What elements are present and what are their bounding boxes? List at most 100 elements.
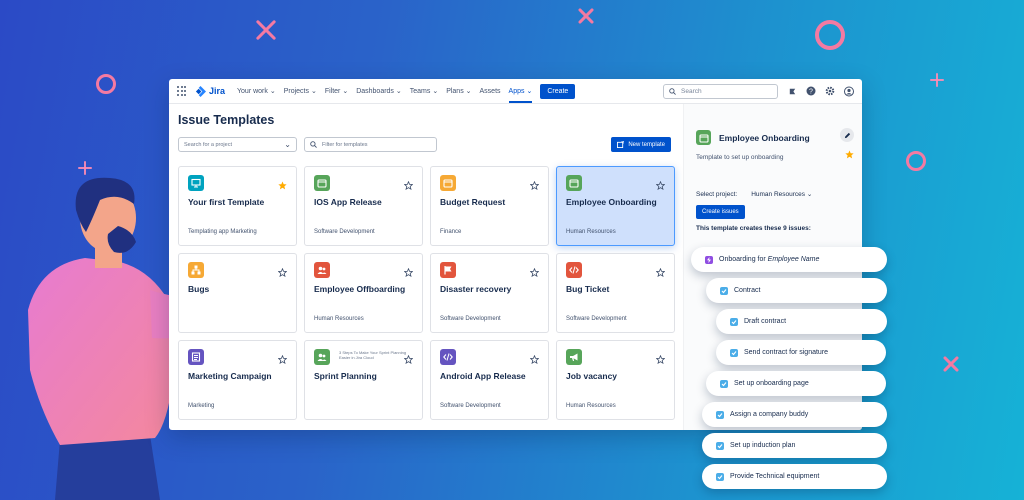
project-select[interactable]: Search for a project ⌄ — [178, 137, 297, 152]
issue-label: Set up onboarding page — [734, 380, 809, 387]
decor-plus — [930, 73, 944, 87]
jira-logo[interactable]: Jira — [195, 85, 225, 97]
nav-dashboards[interactable]: Dashboards ⌄ — [356, 87, 402, 95]
issue-label: Set up induction plan — [730, 442, 796, 449]
help-icon[interactable]: ? — [806, 86, 816, 96]
star-outline-icon[interactable] — [403, 351, 414, 365]
code-icon — [440, 349, 456, 365]
star-outline-icon[interactable] — [529, 264, 540, 278]
template-card[interactable]: IOS App Release Software Development — [304, 166, 423, 246]
settings-gear-icon[interactable] — [825, 86, 835, 96]
issue-label: Send contract for signature — [744, 349, 829, 356]
nav-filter[interactable]: Filter ⌄ — [325, 87, 348, 95]
star-outline-icon[interactable] — [529, 177, 540, 191]
issue-item[interactable]: Send contract for signature — [716, 340, 886, 365]
issue-item[interactable]: Provide Technical equipment — [702, 464, 887, 489]
notifications-icon[interactable] — [787, 86, 797, 96]
template-card[interactable]: Bug Ticket Software Development — [556, 253, 675, 333]
app-switcher-icon[interactable] — [177, 86, 187, 96]
issue-item[interactable]: Onboarding for Employee Name — [691, 247, 887, 272]
new-template-label: New template — [628, 141, 665, 148]
search-icon — [310, 141, 317, 148]
profile-avatar-icon[interactable] — [844, 86, 854, 96]
decor-ring — [96, 74, 116, 94]
chevron-down-icon: ⌄ — [284, 140, 291, 149]
star-outline-icon[interactable] — [655, 177, 666, 191]
star-outline-icon[interactable] — [277, 351, 288, 365]
nav-your-work[interactable]: Your work ⌄ — [237, 87, 276, 95]
monitor-icon — [188, 175, 204, 191]
template-card[interactable]: Job vacancy Human Resources — [556, 340, 675, 420]
card-title: Bugs — [188, 284, 210, 294]
template-card-grid: Your first Template Templating app Market… — [178, 166, 675, 420]
template-card[interactable]: Budget Request Finance — [430, 166, 549, 246]
detail-description: Template to set up onboarding — [696, 154, 784, 161]
nav-teams[interactable]: Teams ⌄ — [410, 87, 438, 95]
star-outline-icon[interactable] — [277, 264, 288, 278]
people-icon — [314, 349, 330, 365]
card-category: Software Development — [314, 229, 375, 235]
search-placeholder: Search — [681, 87, 702, 95]
template-card[interactable]: Employee Onboarding Human Resources — [556, 166, 675, 246]
issue-item[interactable]: Set up induction plan — [702, 433, 887, 458]
card-title: Budget Request — [440, 197, 506, 207]
star-filled-icon[interactable] — [278, 177, 287, 190]
search-input[interactable]: Search — [663, 83, 778, 99]
edit-template-button[interactable] — [840, 128, 854, 142]
star-outline-icon[interactable] — [403, 177, 414, 191]
card-title: Job vacancy — [566, 371, 618, 381]
template-card[interactable]: Marketing Campaign Marketing — [178, 340, 297, 420]
card-category: Human Resources — [566, 229, 616, 235]
nav-assets[interactable]: Assets — [480, 88, 501, 95]
card-category: Human Resources — [566, 403, 616, 409]
nav-apps[interactable]: Apps ⌄ — [508, 80, 533, 103]
template-card[interactable]: Android App Release Software Development — [430, 340, 549, 420]
star-outline-icon[interactable] — [655, 351, 666, 365]
issue-item[interactable]: Draft contract — [716, 309, 887, 334]
star-outline-icon[interactable] — [403, 264, 414, 278]
issue-item[interactable]: Contract — [706, 278, 887, 303]
jira-logo-icon — [195, 85, 206, 97]
star-filled-icon[interactable] — [845, 150, 854, 159]
new-template-button[interactable]: New template — [611, 137, 671, 152]
star-outline-icon[interactable] — [529, 351, 540, 365]
issue-item[interactable]: Set up onboarding page — [706, 371, 886, 396]
calendar-icon — [440, 175, 456, 191]
hierarchy-icon — [188, 262, 204, 278]
template-card[interactable]: 3 Steps To Make Your Sprint Planning Eas… — [304, 340, 423, 420]
nav-plans[interactable]: Plans ⌄ — [446, 87, 471, 95]
subtask-icon — [730, 348, 738, 357]
issue-item[interactable]: Assign a company buddy — [702, 402, 887, 427]
decor-x-mark — [940, 353, 962, 375]
create-button[interactable]: Create — [540, 83, 576, 99]
issues-count-text: This template creates these 9 issues: — [696, 225, 811, 232]
templates-main: Issue Templates Search for a project ⌄ F… — [178, 113, 676, 420]
card-category: Software Development — [440, 403, 501, 409]
card-category: Marketing — [188, 403, 215, 409]
pencil-icon — [844, 132, 850, 138]
create-issues-button[interactable]: Create issues — [696, 205, 745, 219]
detail-title: Employee Onboarding — [719, 132, 810, 143]
select-project-label: Select project: — [696, 190, 738, 198]
star-outline-icon[interactable] — [655, 264, 666, 278]
card-category: Finance — [440, 229, 462, 235]
new-template-icon — [617, 141, 625, 148]
issue-label: Contract — [734, 287, 761, 294]
decor-x-mark — [255, 19, 277, 41]
template-card[interactable]: Your first Template Templating app Market… — [178, 166, 297, 246]
template-card[interactable]: Employee Offboarding Human Resources — [304, 253, 423, 333]
template-card[interactable]: Bugs — [178, 253, 297, 333]
card-note: 3 Steps To Make Your Sprint Planning Eas… — [339, 350, 407, 360]
task-checkbox-icon — [720, 286, 728, 295]
project-dropdown[interactable]: Human Resources ⌄ — [751, 190, 812, 198]
template-card[interactable]: Disaster recovery Software Development — [430, 253, 549, 333]
calendar-icon — [566, 175, 582, 191]
card-title: Sprint Planning — [314, 371, 377, 381]
top-navigation-bar: Jira Your work ⌄ Projects ⌄ Filter ⌄ Das… — [169, 79, 862, 104]
template-filter-input[interactable]: Filter for templates — [304, 137, 437, 152]
nav-projects[interactable]: Projects ⌄ — [284, 87, 317, 95]
card-title: Disaster recovery — [440, 284, 512, 294]
chevron-down-icon: ⌄ — [806, 191, 813, 198]
decor-ring — [906, 151, 926, 171]
svg-text:?: ? — [809, 89, 813, 96]
